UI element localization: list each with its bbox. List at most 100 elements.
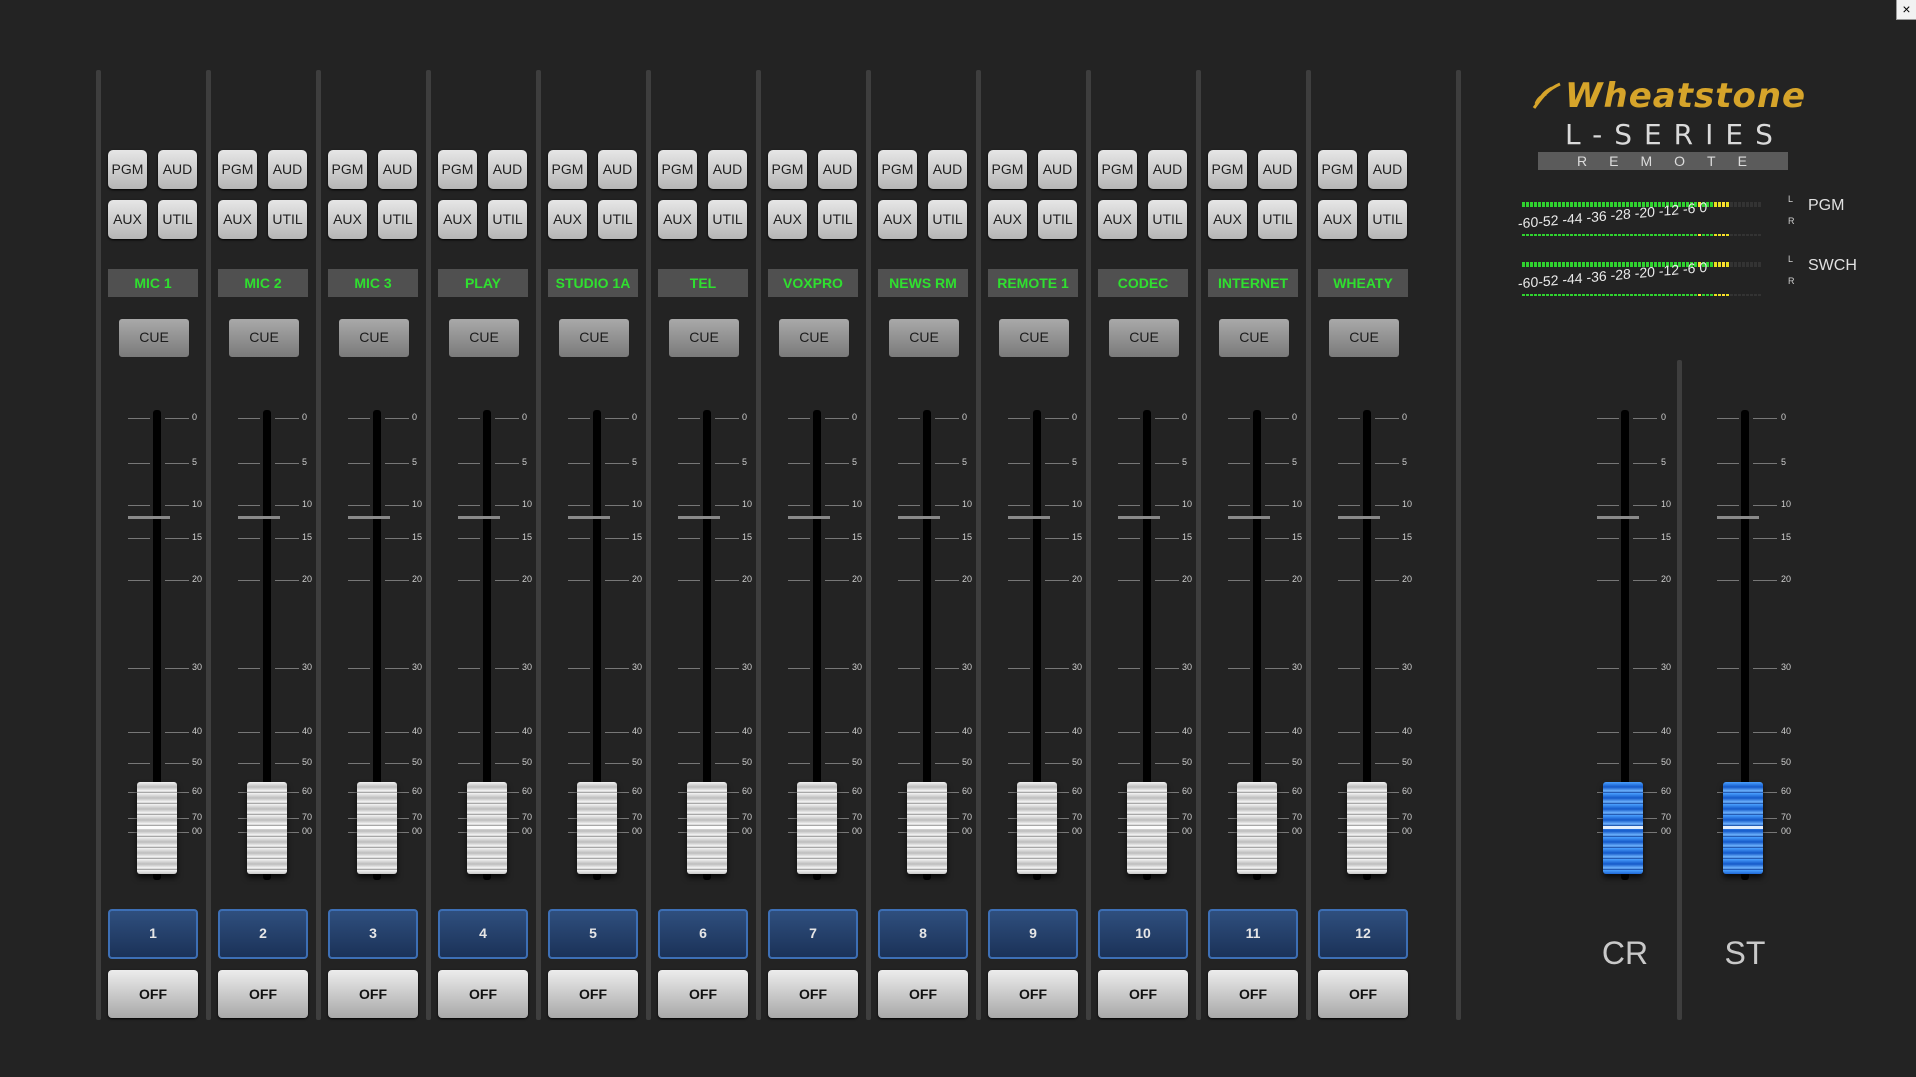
aux-button[interactable]: AUX [1208,200,1247,239]
off-button[interactable]: OFF [878,970,968,1018]
aud-button[interactable]: AUD [708,150,747,189]
aud-button[interactable]: AUD [1038,150,1077,189]
cue-button[interactable]: CUE [998,318,1070,358]
aux-button[interactable]: AUX [1098,200,1137,239]
aud-button[interactable]: AUD [598,150,637,189]
aux-button[interactable]: AUX [658,200,697,239]
fader-knob[interactable] [467,782,507,874]
pgm-button[interactable]: PGM [108,150,147,189]
cue-button[interactable]: CUE [1218,318,1290,358]
aud-button[interactable]: AUD [488,150,527,189]
channel-number-button[interactable]: 10 [1098,909,1188,959]
pgm-button[interactable]: PGM [658,150,697,189]
fader-knob[interactable] [137,782,177,874]
pgm-button[interactable]: PGM [548,150,587,189]
channel-number-button[interactable]: 1 [108,909,198,959]
channel-number-button[interactable]: 6 [658,909,748,959]
off-button[interactable]: OFF [1318,970,1408,1018]
aux-button[interactable]: AUX [328,200,367,239]
pgm-button[interactable]: PGM [218,150,257,189]
util-button[interactable]: UTIL [1258,200,1297,239]
off-button[interactable]: OFF [988,970,1078,1018]
util-button[interactable]: UTIL [598,200,637,239]
off-button[interactable]: OFF [768,970,858,1018]
aux-button[interactable]: AUX [218,200,257,239]
pgm-button[interactable]: PGM [768,150,807,189]
cue-button[interactable]: CUE [888,318,960,358]
fader-knob[interactable] [357,782,397,874]
off-button[interactable]: OFF [658,970,748,1018]
util-button[interactable]: UTIL [378,200,417,239]
off-button[interactable]: OFF [438,970,528,1018]
cue-button[interactable]: CUE [558,318,630,358]
channel-number-button[interactable]: 8 [878,909,968,959]
fader-knob[interactable] [1017,782,1057,874]
aud-button[interactable]: AUD [1148,150,1187,189]
master-fader-knob[interactable] [1603,782,1643,874]
util-button[interactable]: UTIL [708,200,747,239]
fader-tick-label: 40 [302,726,313,736]
pgm-button[interactable]: PGM [1208,150,1247,189]
master-fader-knob[interactable] [1723,782,1763,874]
cue-button[interactable]: CUE [1108,318,1180,358]
pgm-button[interactable]: PGM [1318,150,1357,189]
util-button[interactable]: UTIL [1148,200,1187,239]
aux-button[interactable]: AUX [988,200,1027,239]
cue-button[interactable]: CUE [338,318,410,358]
util-button[interactable]: UTIL [928,200,967,239]
fader-knob[interactable] [577,782,617,874]
channel-number-button[interactable]: 7 [768,909,858,959]
aux-button[interactable]: AUX [878,200,917,239]
aux-button[interactable]: AUX [768,200,807,239]
off-button[interactable]: OFF [1098,970,1188,1018]
aux-button[interactable]: AUX [438,200,477,239]
aud-button[interactable]: AUD [158,150,197,189]
aud-button[interactable]: AUD [268,150,307,189]
cue-button[interactable]: CUE [778,318,850,358]
channel-number-button[interactable]: 2 [218,909,308,959]
off-button[interactable]: OFF [218,970,308,1018]
fader-knob[interactable] [1237,782,1277,874]
off-button[interactable]: OFF [328,970,418,1018]
cue-button[interactable]: CUE [228,318,300,358]
util-button[interactable]: UTIL [158,200,197,239]
fader-knob[interactable] [687,782,727,874]
off-button[interactable]: OFF [108,970,198,1018]
aux-button[interactable]: AUX [548,200,587,239]
pgm-button[interactable]: PGM [878,150,917,189]
off-button[interactable]: OFF [1208,970,1298,1018]
channel-number-button[interactable]: 3 [328,909,418,959]
fader-knob[interactable] [1127,782,1167,874]
aud-button[interactable]: AUD [1368,150,1407,189]
aud-button[interactable]: AUD [378,150,417,189]
util-button[interactable]: UTIL [1038,200,1077,239]
aud-button[interactable]: AUD [1258,150,1297,189]
util-button[interactable]: UTIL [818,200,857,239]
aux-button[interactable]: AUX [1318,200,1357,239]
pgm-button[interactable]: PGM [438,150,477,189]
cue-button[interactable]: CUE [448,318,520,358]
pgm-button[interactable]: PGM [1098,150,1137,189]
util-button[interactable]: UTIL [1368,200,1407,239]
pgm-button[interactable]: PGM [988,150,1027,189]
channel-number-button[interactable]: 4 [438,909,528,959]
util-button[interactable]: UTIL [488,200,527,239]
fader-knob[interactable] [907,782,947,874]
channel-number-button[interactable]: 11 [1208,909,1298,959]
fader-knob[interactable] [247,782,287,874]
channel-number-button[interactable]: 5 [548,909,638,959]
aud-button[interactable]: AUD [928,150,967,189]
off-button[interactable]: OFF [548,970,638,1018]
aux-button[interactable]: AUX [108,200,147,239]
cue-button[interactable]: CUE [118,318,190,358]
util-button[interactable]: UTIL [268,200,307,239]
aud-button[interactable]: AUD [818,150,857,189]
channel-number-button[interactable]: 12 [1318,909,1408,959]
fader-knob[interactable] [797,782,837,874]
cue-button[interactable]: CUE [668,318,740,358]
close-icon[interactable]: × [1896,0,1916,20]
channel-number-button[interactable]: 9 [988,909,1078,959]
pgm-button[interactable]: PGM [328,150,367,189]
fader-knob[interactable] [1347,782,1387,874]
cue-button[interactable]: CUE [1328,318,1400,358]
